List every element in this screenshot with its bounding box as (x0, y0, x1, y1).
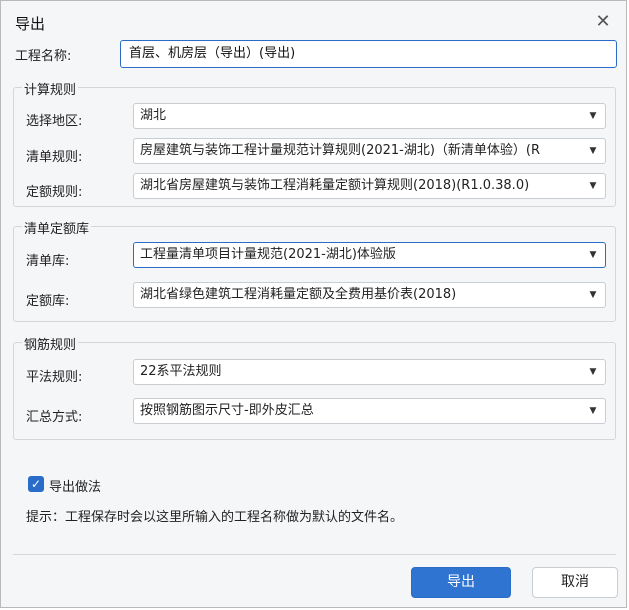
export-dialog: 导出 ✕ 工程名称: 首层、机房层（导出）(导出) 计算规则 选择地区: 湖北 … (0, 0, 627, 608)
chevron-down-icon: ▼ (589, 367, 597, 377)
hint-text: 提示：工程保存时会以这里所输入的工程名称做为默认的文件名。 (26, 510, 404, 525)
chevron-down-icon: ▼ (589, 406, 597, 416)
quota-library-title: 清单定额库 (22, 218, 92, 237)
summary-select[interactable]: 按照钢筋图示尺寸-即外皮汇总 ▼ (133, 398, 606, 424)
region-label: 选择地区: (26, 114, 83, 129)
chevron-down-icon: ▼ (589, 146, 597, 156)
flat-rule-value: 22系平法规则 (140, 364, 222, 379)
list-rule-label: 清单规则: (26, 150, 83, 165)
quota-lib-label: 定额库: (26, 294, 70, 309)
checkmark-icon: ✓ (30, 477, 42, 491)
export-button[interactable]: 导出 (411, 567, 511, 598)
quota-lib-value: 湖北省绿色建筑工程消耗量定额及全费用基价表(2018) (140, 287, 457, 302)
quota-rule-select[interactable]: 湖北省房屋建筑与装饰工程消耗量定额计算规则(2018)(R1.0.38.0) ▼ (133, 173, 606, 199)
flat-rule-select[interactable]: 22系平法规则 ▼ (133, 359, 606, 385)
quota-rule-label: 定额规则: (26, 185, 83, 200)
list-rule-select[interactable]: 房屋建筑与装饰工程计量规范计算规则(2021-湖北)（新清单体验）(R ▼ (133, 138, 606, 164)
summary-value: 按照钢筋图示尺寸-即外皮汇总 (140, 403, 314, 418)
region-select[interactable]: 湖北 ▼ (133, 103, 606, 129)
project-name-label: 工程名称: (15, 49, 72, 64)
close-icon[interactable]: ✕ (594, 13, 612, 31)
list-rule-value: 房屋建筑与装饰工程计量规范计算规则(2021-湖北)（新清单体验）(R (140, 143, 541, 158)
dialog-title: 导出 (15, 15, 46, 33)
footer-divider (13, 554, 616, 555)
quota-rule-value: 湖北省房屋建筑与装饰工程消耗量定额计算规则(2018)(R1.0.38.0) (140, 178, 530, 193)
rebar-rules-title: 钢筋规则 (22, 334, 79, 353)
quota-lib-select[interactable]: 湖北省绿色建筑工程消耗量定额及全费用基价表(2018) ▼ (133, 282, 606, 308)
chevron-down-icon: ▼ (589, 111, 597, 121)
export-method-label[interactable]: 导出做法 (49, 476, 101, 495)
calc-rules-title: 计算规则 (22, 79, 79, 98)
chevron-down-icon: ▼ (589, 250, 597, 260)
flat-rule-label: 平法规则: (26, 370, 83, 385)
chevron-down-icon: ▼ (589, 290, 597, 300)
project-name-input[interactable]: 首层、机房层（导出）(导出) (120, 40, 617, 68)
list-lib-label: 清单库: (26, 254, 70, 269)
chevron-down-icon: ▼ (589, 181, 597, 191)
list-lib-value: 工程量清单项目计量规范(2021-湖北)体验版 (140, 247, 396, 262)
export-method-checkbox[interactable]: ✓ (28, 476, 44, 492)
rebar-rules-group (13, 342, 616, 440)
region-value: 湖北 (140, 108, 167, 123)
cancel-button[interactable]: 取消 (532, 567, 618, 598)
list-lib-select[interactable]: 工程量清单项目计量规范(2021-湖北)体验版 ▼ (133, 242, 606, 268)
summary-label: 汇总方式: (26, 410, 83, 425)
